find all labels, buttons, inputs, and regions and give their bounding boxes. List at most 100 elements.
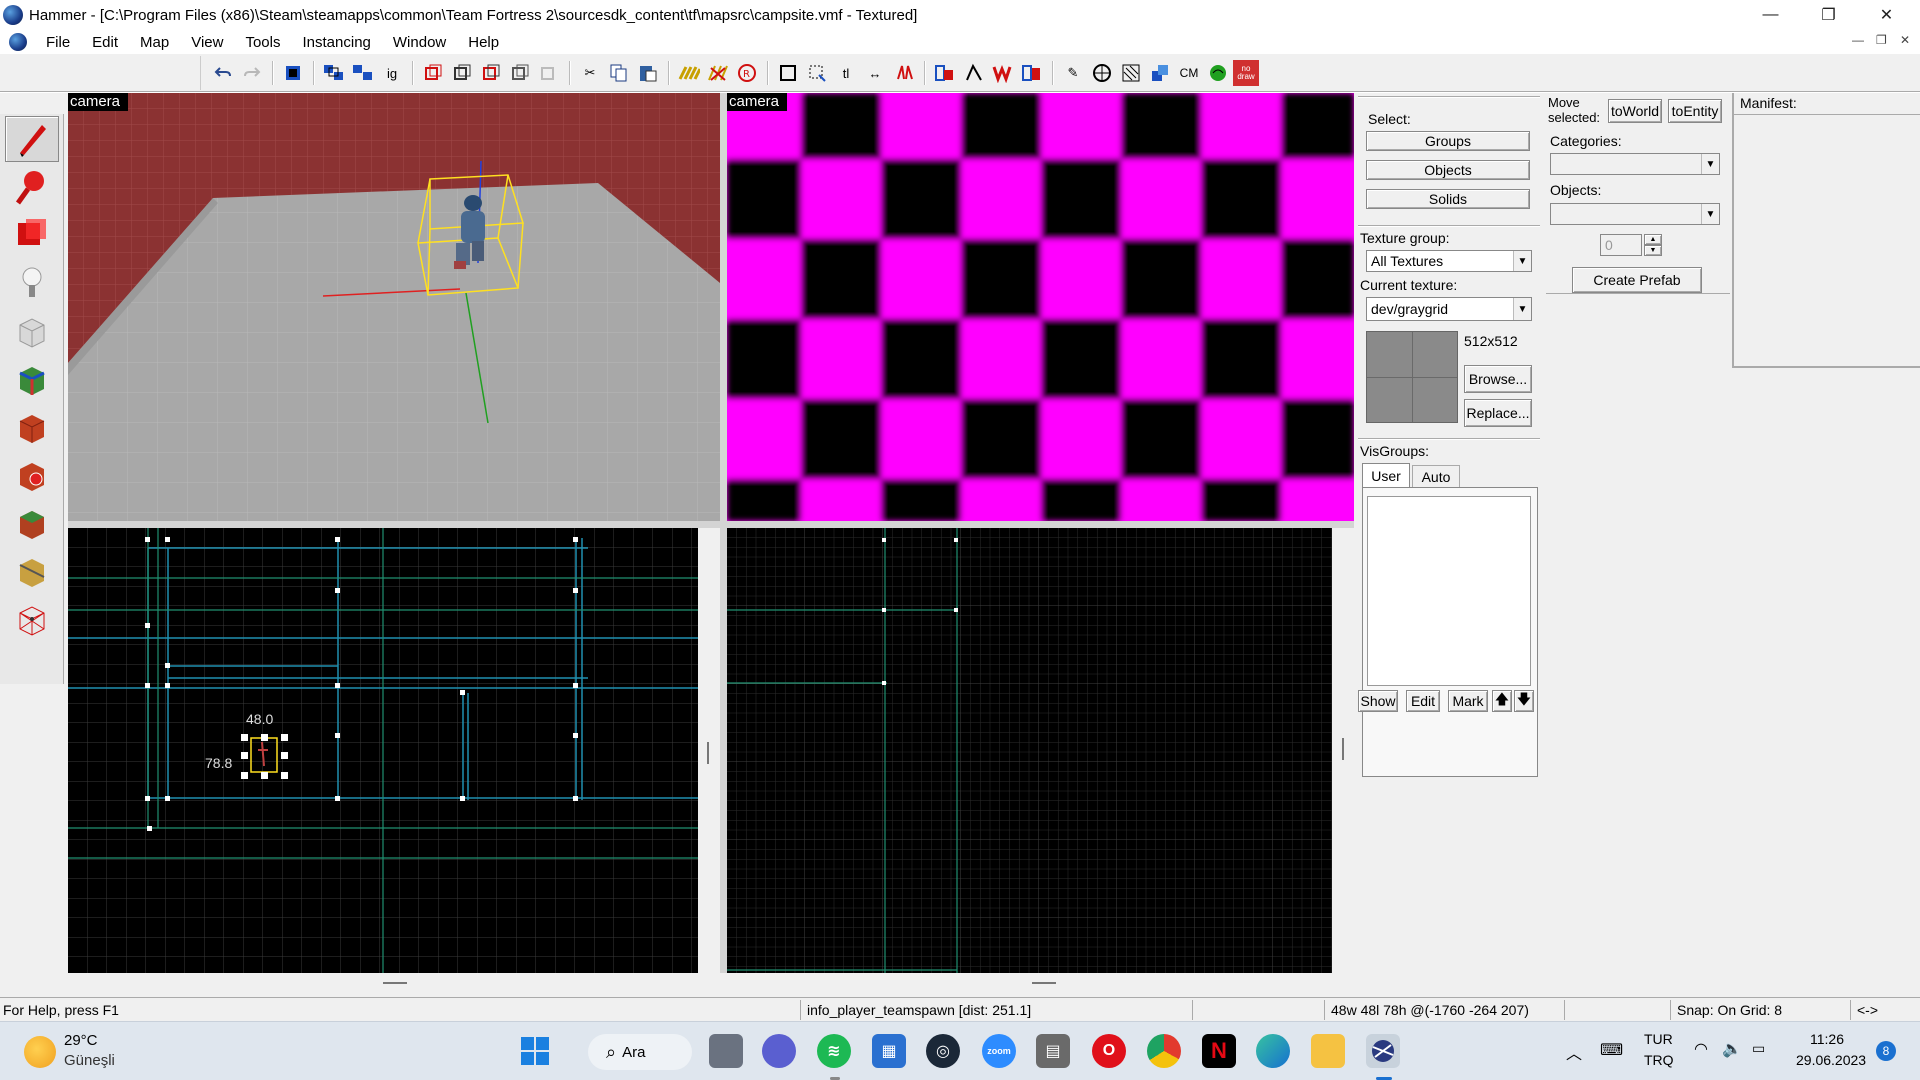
selection-tool-icon[interactable] bbox=[5, 116, 59, 162]
top-viewport-hscroll-handle[interactable] bbox=[383, 982, 407, 984]
to-world-button[interactable]: toWorld bbox=[1608, 99, 1662, 123]
texture-lock-icon[interactable] bbox=[774, 59, 802, 87]
mdi-close-button[interactable]: ✕ bbox=[1900, 33, 1910, 47]
restore-button[interactable]: ❐ bbox=[1800, 0, 1857, 30]
browse-button[interactable]: Browse... bbox=[1464, 365, 1532, 393]
toggle-3d-grid-icon[interactable] bbox=[704, 59, 732, 87]
visgroup-mark-button[interactable]: Mark bbox=[1448, 690, 1488, 712]
menu-window[interactable]: Window bbox=[382, 34, 457, 51]
chrome-icon[interactable] bbox=[1147, 1034, 1181, 1068]
compile-icon[interactable] bbox=[1088, 59, 1116, 87]
texture-group-dropdown[interactable]: All Textures ▼ bbox=[1366, 250, 1532, 272]
side-viewport-hscroll-handle[interactable] bbox=[1032, 982, 1056, 984]
taskbar-search[interactable]: ⌕ Ara bbox=[588, 1034, 692, 1070]
opera-icon[interactable]: O bbox=[1092, 1034, 1126, 1068]
nodraw-button[interactable]: no draw bbox=[1233, 60, 1259, 86]
spin-up-icon[interactable]: ▲ bbox=[1644, 234, 1662, 245]
carve-icon[interactable] bbox=[279, 59, 307, 87]
notification-badge[interactable]: 8 bbox=[1876, 1041, 1896, 1061]
visgroups-list[interactable] bbox=[1367, 496, 1531, 686]
spin-down-icon[interactable]: ▼ bbox=[1644, 245, 1662, 256]
visgroup-show-button[interactable]: Show bbox=[1358, 690, 1398, 712]
edge-icon[interactable] bbox=[1256, 1034, 1290, 1068]
select-solids-button[interactable]: Solids bbox=[1366, 189, 1530, 209]
hammer-taskbar-icon[interactable] bbox=[1366, 1034, 1400, 1068]
clock-date[interactable]: 29.06.2023 bbox=[1796, 1052, 1866, 1068]
hide-selected-icon[interactable] bbox=[419, 59, 447, 87]
categories-dropdown[interactable]: ▼ bbox=[1550, 153, 1720, 175]
toggle-grid-icon[interactable] bbox=[675, 59, 703, 87]
select-groups-button[interactable]: Groups bbox=[1366, 131, 1530, 151]
document-globe-icon[interactable] bbox=[9, 33, 27, 51]
volume-icon[interactable]: 🔈 bbox=[1722, 1039, 1742, 1059]
clock-time[interactable]: 11:26 bbox=[1810, 1031, 1844, 1047]
hide-unselected-icon[interactable] bbox=[448, 59, 476, 87]
entity-tool-icon[interactable] bbox=[5, 260, 59, 306]
keyboard-icon[interactable]: ⌨ bbox=[1600, 1040, 1623, 1060]
tab-auto[interactable]: Auto bbox=[1412, 465, 1460, 487]
microsoft-store-icon[interactable]: ▦ bbox=[872, 1034, 906, 1068]
menu-tools[interactable]: Tools bbox=[234, 34, 291, 51]
select-box-icon[interactable] bbox=[803, 59, 831, 87]
steam-icon[interactable]: ◎ bbox=[926, 1034, 960, 1068]
netflix-icon[interactable]: N bbox=[1202, 1034, 1236, 1068]
side-viewport-scroll-handle[interactable] bbox=[1342, 738, 1344, 760]
input-language-secondary[interactable]: TRQ bbox=[1644, 1052, 1674, 1068]
spin-input[interactable]: 0 bbox=[1600, 234, 1642, 256]
paste-icon[interactable] bbox=[634, 59, 662, 87]
camera-3d-viewport[interactable]: camera bbox=[68, 93, 720, 521]
chevron-up-icon[interactable]: ︿ bbox=[1566, 1040, 1582, 1064]
zoom-icon[interactable]: zoom bbox=[982, 1034, 1016, 1068]
snap-to-grid-icon[interactable]: R bbox=[733, 59, 761, 87]
tab-user[interactable]: User bbox=[1362, 463, 1410, 487]
teams-chat-icon[interactable] bbox=[762, 1034, 796, 1068]
magnify-tool-icon[interactable] bbox=[5, 164, 59, 210]
block-tool-icon[interactable] bbox=[5, 308, 59, 354]
menu-instancing[interactable]: Instancing bbox=[292, 34, 382, 51]
redo-icon[interactable] bbox=[238, 59, 266, 87]
vertex-manipulation-icon[interactable] bbox=[5, 596, 59, 642]
decal-tool-icon[interactable] bbox=[5, 452, 59, 498]
to-entity-button[interactable]: toEntity bbox=[1668, 99, 1722, 123]
leak-icon[interactable] bbox=[1204, 59, 1232, 87]
wifi-icon[interactable]: ◠ bbox=[1694, 1039, 1708, 1059]
weather-sun-icon[interactable] bbox=[24, 1036, 56, 1068]
ignore-groups-button[interactable]: ig bbox=[378, 59, 406, 87]
tl-button[interactable]: tl bbox=[832, 59, 860, 87]
cubemap-icon[interactable] bbox=[1146, 59, 1174, 87]
copy-icon[interactable] bbox=[605, 59, 633, 87]
cm-button[interactable]: CM bbox=[1175, 59, 1203, 87]
align-icon[interactable]: ↔ bbox=[861, 59, 889, 87]
mdi-restore-button[interactable]: ❐ bbox=[1876, 33, 1887, 47]
undo-icon[interactable] bbox=[209, 59, 237, 87]
cut-icon[interactable]: ✂ bbox=[576, 59, 604, 87]
displacement-icon[interactable] bbox=[1117, 59, 1145, 87]
texture-preview-thumbnail[interactable] bbox=[1366, 331, 1458, 423]
visgroup-remove-icon[interactable] bbox=[535, 59, 563, 87]
unhide-all-icon[interactable] bbox=[477, 59, 505, 87]
weather-condition[interactable]: Güneşli bbox=[64, 1052, 115, 1069]
minimize-button[interactable]: — bbox=[1742, 0, 1799, 30]
menu-view[interactable]: View bbox=[180, 34, 234, 51]
battery-icon[interactable]: ▭ bbox=[1752, 1040, 1765, 1057]
overlay-tool-icon[interactable] bbox=[5, 500, 59, 546]
current-texture-dropdown[interactable]: dev/graygrid ▼ bbox=[1366, 297, 1532, 321]
weather-temperature[interactable]: 29°C bbox=[64, 1032, 98, 1049]
top-viewport-scroll-handle[interactable] bbox=[707, 742, 709, 764]
close-button[interactable]: ✕ bbox=[1858, 0, 1915, 30]
move-up-icon[interactable]: 🡅 bbox=[1492, 690, 1512, 712]
visgroup-edit-button[interactable]: Edit bbox=[1406, 690, 1440, 712]
spotify-icon[interactable]: ≋ bbox=[817, 1034, 851, 1068]
move-down-icon[interactable]: 🡇 bbox=[1514, 690, 1534, 712]
select-objects-button[interactable]: Objects bbox=[1366, 160, 1530, 180]
entity-report-icon[interactable] bbox=[1018, 59, 1046, 87]
input-language-primary[interactable]: TUR bbox=[1644, 1031, 1673, 1047]
face-tool-icon[interactable]: ✎ bbox=[1059, 59, 1087, 87]
viewport-splitter-horizontal[interactable] bbox=[68, 521, 1354, 528]
vertex-tool-icon[interactable] bbox=[960, 59, 988, 87]
menu-help[interactable]: Help bbox=[457, 34, 510, 51]
clipping-tool-icon[interactable] bbox=[5, 548, 59, 594]
viewport-splitter-vertical[interactable] bbox=[720, 93, 727, 973]
menu-map[interactable]: Map bbox=[129, 34, 180, 51]
texture-application-icon[interactable] bbox=[5, 356, 59, 402]
